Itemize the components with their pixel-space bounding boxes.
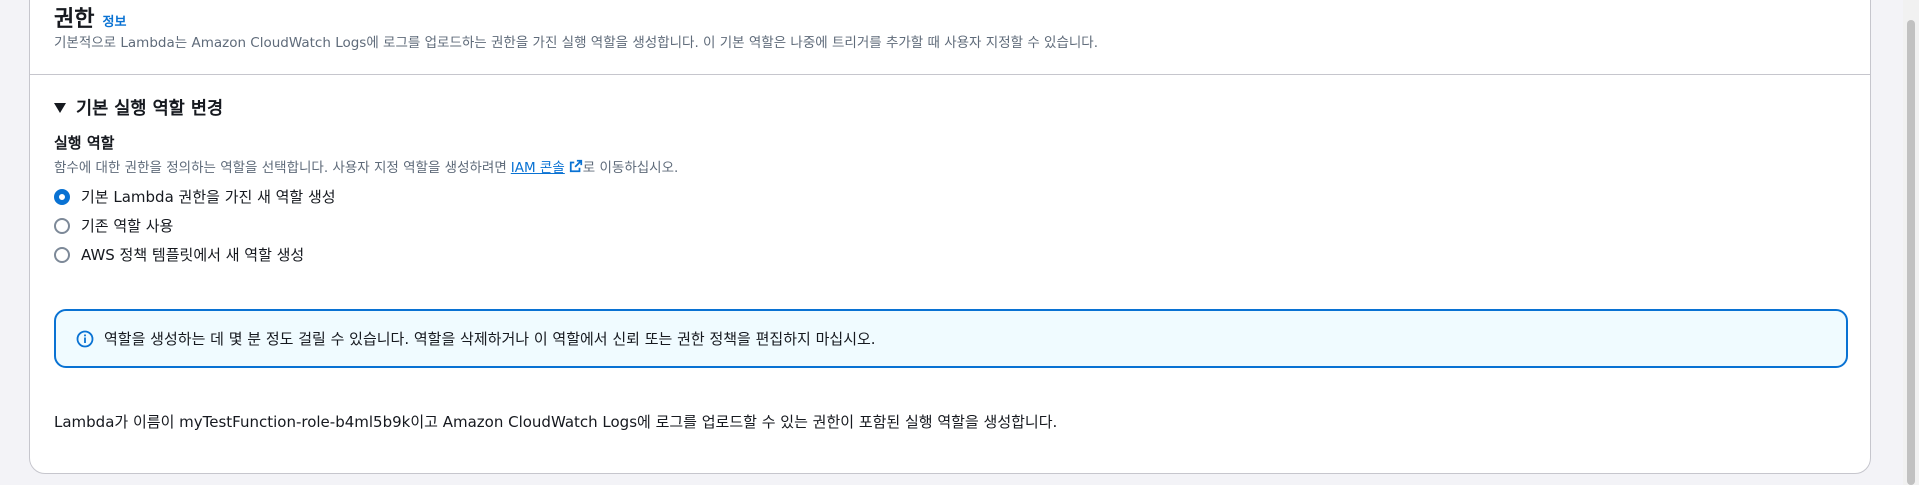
execution-role-description: 함수에 대한 권한을 정의하는 역할을 선택합니다. 사용자 지정 역할을 생성… <box>54 156 678 176</box>
scrollbar-thumb[interactable] <box>1907 20 1915 485</box>
iam-console-link[interactable]: IAM 콘솔 <box>511 156 583 176</box>
page: 권한 정보 기본적으로 Lambda는 Amazon CloudWatch Lo… <box>0 0 1919 485</box>
iam-console-link-label: IAM 콘솔 <box>510 160 565 176</box>
expander-label: 기본 실행 역할 변경 <box>76 99 224 119</box>
external-link-icon <box>569 159 582 173</box>
radio-label: 기본 Lambda 권한을 가진 새 역할 생성 <box>81 188 336 206</box>
execution-role-label: 실행 역할 <box>54 134 115 152</box>
info-link[interactable]: 정보 <box>102 11 126 30</box>
radio-label: 기존 역할 사용 <box>81 217 174 235</box>
info-icon <box>76 330 94 347</box>
card-header: 권한 정보 기본적으로 Lambda는 Amazon CloudWatch Lo… <box>30 1 1870 75</box>
description-suffix: 로 이동하십시오. <box>582 160 679 176</box>
info-alert: 역할을 생성하는 데 몇 분 정도 걸릴 수 있습니다. 역할을 삭제하거나 이… <box>54 309 1848 368</box>
caret-down-icon <box>54 102 66 113</box>
role-summary-text: Lambda가 이름이 myTestFunction-role-b4ml5b9k… <box>54 413 1058 431</box>
description-prefix: 함수에 대한 권한을 정의하는 역할을 선택합니다. 사용자 지정 역할을 생성… <box>54 160 507 176</box>
radio-option-policy-template[interactable]: AWS 정책 템플릿에서 새 역할 생성 <box>54 240 336 269</box>
execution-role-radio-group: 기본 Lambda 권한을 가진 새 역할 생성 기존 역할 사용 AWS 정책… <box>54 182 336 269</box>
radio-option-new-basic-role[interactable]: 기본 Lambda 권한을 가진 새 역할 생성 <box>54 182 336 211</box>
alert-text: 역할을 생성하는 데 몇 분 정도 걸릴 수 있습니다. 역할을 삭제하거나 이… <box>104 330 876 348</box>
header-title-row: 권한 정보 <box>54 1 126 33</box>
radio-option-existing-role[interactable]: 기존 역할 사용 <box>54 211 336 240</box>
section-title: 권한 <box>54 7 95 32</box>
permissions-card: 권한 정보 기본적으로 Lambda는 Amazon CloudWatch Lo… <box>29 0 1871 474</box>
change-default-role-expander[interactable]: 기본 실행 역할 변경 <box>54 95 223 120</box>
section-description: 기본적으로 Lambda는 Amazon CloudWatch Logs에 로그… <box>54 35 1099 51</box>
radio-button[interactable] <box>54 246 70 263</box>
radio-button-selected[interactable] <box>54 188 70 205</box>
radio-button[interactable] <box>54 217 70 234</box>
radio-label: AWS 정책 템플릿에서 새 역할 생성 <box>81 246 305 264</box>
vertical-scrollbar[interactable] <box>1903 0 1919 485</box>
